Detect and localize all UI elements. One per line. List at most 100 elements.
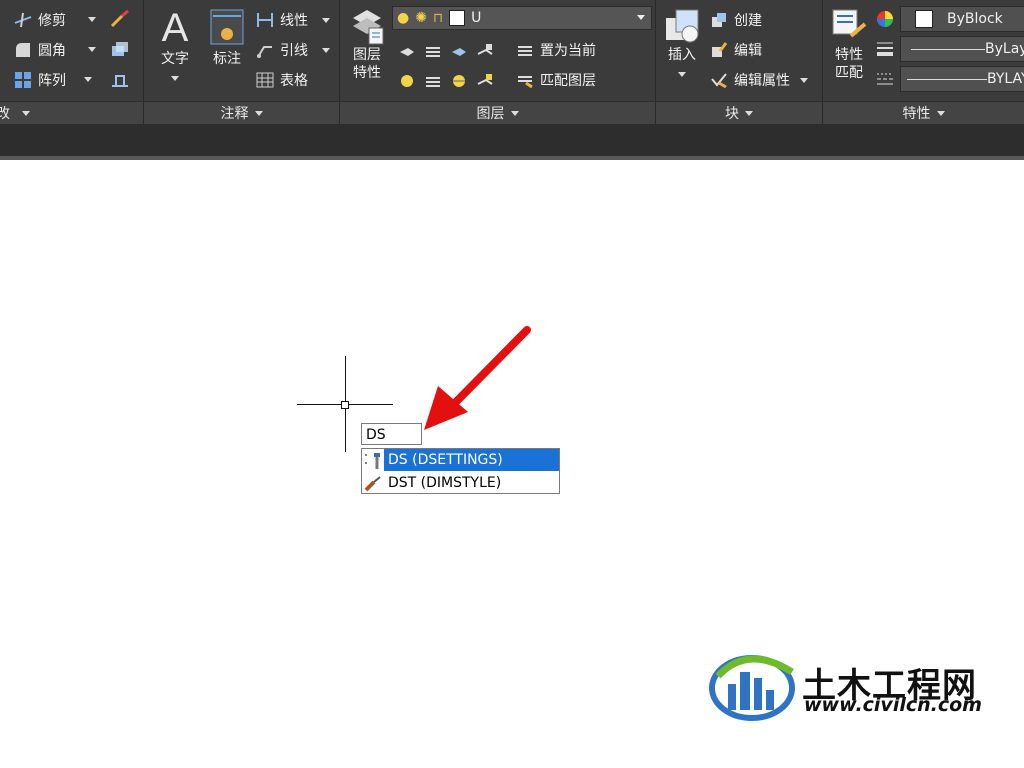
block-editor-icon	[710, 41, 728, 59]
modify-panel: 修剪 圆角 阵列 改	[0, 0, 144, 124]
command-autocomplete-list: DS (DSETTINGS) DST (DIMSTYLE)	[361, 448, 560, 494]
layer-on-icon[interactable]	[398, 72, 416, 90]
fillet-dropdown-icon[interactable]	[88, 47, 96, 52]
layer-properties-label-1: 图层	[353, 47, 381, 63]
layer-thaw-icon[interactable]	[450, 72, 468, 90]
color-dropdown[interactable]: ByBlock	[900, 6, 1024, 32]
array-dropdown-icon[interactable]	[84, 77, 92, 82]
set-current-icon	[516, 41, 534, 59]
match-properties-button[interactable]: 特性 匹配	[827, 6, 871, 82]
layer-properties-button[interactable]: 图层 特性	[346, 6, 388, 82]
lineweight-dropdown[interactable]: ByLay	[900, 36, 1024, 62]
dimension-button[interactable]: 标注	[206, 6, 248, 68]
watermark-logo: 土木工程网 www.civilcn.com	[708, 646, 1008, 726]
trim-icon	[14, 11, 32, 29]
block-panel-title: 块	[725, 106, 739, 122]
create-label: 创建	[734, 13, 762, 29]
edit-attributes-button[interactable]: 编辑属性	[710, 68, 808, 92]
stretch-icon[interactable]	[110, 70, 128, 88]
annotation-panel-footer[interactable]: 注释	[144, 101, 339, 124]
suggestion-dsettings-label: DS (DSETTINGS)	[384, 449, 559, 471]
color-wheel-icon[interactable]	[876, 10, 894, 28]
current-layer-name: U	[471, 10, 482, 26]
match-properties-icon	[829, 6, 869, 46]
layers-panel-footer[interactable]: 图层	[340, 101, 655, 124]
lightbulb-icon: ●	[397, 10, 410, 26]
unlock-icon: ⊓	[432, 10, 444, 26]
lineweight-value: ByLay	[985, 41, 1024, 57]
array-button[interactable]: 阵列	[14, 68, 66, 92]
layer-freeze-icon[interactable]	[450, 42, 468, 60]
insert-block-icon	[662, 6, 702, 46]
trim-dropdown-icon[interactable]	[88, 17, 96, 22]
layer-lock-icon[interactable]	[476, 42, 494, 60]
color-swatch	[915, 10, 933, 28]
insert-dropdown-icon	[678, 72, 686, 77]
linear-label: 线性	[280, 13, 308, 29]
fillet-icon	[14, 41, 32, 59]
linear-dropdown-icon	[322, 17, 330, 23]
set-current-layer-button[interactable]: 置为当前	[516, 38, 596, 62]
building-logo-icon	[709, 655, 795, 721]
insert-block-button[interactable]: 插入	[660, 6, 704, 82]
table-button[interactable]: 表格	[256, 68, 308, 92]
solid-edit-icon[interactable]	[110, 40, 128, 58]
linear-button[interactable]: 线性	[256, 8, 330, 32]
modify-panel-title: 改	[0, 106, 10, 122]
linetype-dropdown[interactable]: BYLAY	[900, 66, 1024, 92]
suggestion-dsettings[interactable]: DS (DSETTINGS)	[362, 449, 559, 471]
annotation-panel-title: 注释	[220, 106, 249, 122]
edit-attributes-label: 编辑属性	[734, 73, 790, 89]
drafting-settings-icon	[362, 451, 384, 469]
color-value: ByBlock	[947, 11, 1003, 27]
linear-dimension-icon	[256, 11, 274, 29]
text-a-icon: A	[161, 6, 189, 50]
linetype-icon[interactable]	[876, 70, 894, 88]
trim-label: 修剪	[38, 13, 66, 29]
layer-unlock-icon[interactable]	[476, 72, 494, 90]
layer-isolate-icon[interactable]	[424, 42, 442, 60]
layer-off-icon[interactable]	[398, 42, 416, 60]
create-block-icon	[710, 11, 728, 29]
text-label: 文字	[161, 51, 189, 67]
layers-panel: 图层 特性 ● ✺ ⊓ U 置为当前 匹配图层 图层	[340, 0, 656, 124]
set-current-label: 置为当前	[540, 43, 596, 59]
layer-unisolate-icon[interactable]	[424, 72, 442, 90]
properties-panel-expand-icon	[936, 110, 945, 116]
create-block-button[interactable]: 创建	[710, 8, 762, 32]
watermark-url: www.civilcn.com	[804, 694, 982, 716]
edit-attributes-dropdown-icon	[800, 77, 808, 83]
properties-panel-title: 特性	[902, 106, 931, 122]
brush-icon	[362, 474, 384, 492]
properties-panel-footer[interactable]: 特性	[823, 101, 1024, 124]
table-label: 表格	[280, 73, 308, 89]
layer-properties-label-2: 特性	[353, 65, 381, 81]
match-layer-button[interactable]: 匹配图层	[516, 68, 596, 92]
ribbon: 修剪 圆角 阵列 改 A 文字 标注 线性 引线 表格 注释 图层 特性 ● ✺…	[0, 0, 1024, 124]
sun-icon: ✺	[415, 10, 427, 26]
trim-button[interactable]: 修剪	[14, 8, 66, 32]
lineweight-sample-line	[911, 48, 985, 50]
fillet-button[interactable]: 圆角	[14, 38, 66, 62]
block-panel-footer[interactable]: 块	[656, 101, 822, 124]
leader-button[interactable]: 引线	[256, 38, 330, 62]
layers-panel-expand-icon	[510, 110, 519, 116]
properties-panel: 特性 匹配 ByBlock ByLay BYLAY 特性	[823, 0, 1024, 124]
brush-edit-icon[interactable]	[110, 9, 129, 28]
suggestion-dimstyle-label: DST (DIMSTYLE)	[388, 475, 502, 491]
modify-panel-expand-icon	[22, 110, 30, 116]
edit-attributes-icon	[710, 71, 728, 89]
modify-panel-footer[interactable]: 改	[0, 101, 143, 124]
block-panel: 插入 创建 编辑 编辑属性 块	[656, 0, 823, 124]
suggestion-dimstyle[interactable]: DST (DIMSTYLE)	[362, 472, 559, 494]
edit-block-button[interactable]: 编辑	[710, 38, 762, 62]
leader-dropdown-icon	[322, 47, 330, 53]
annotation-panel: A 文字 标注 线性 引线 表格 注释	[144, 0, 340, 124]
table-icon	[256, 71, 274, 89]
text-button[interactable]: A 文字	[156, 6, 194, 86]
match-properties-label-1: 特性	[835, 47, 863, 63]
lineweight-icon[interactable]	[876, 40, 894, 58]
layers-panel-title: 图层	[476, 106, 505, 122]
layer-dropdown[interactable]: ● ✺ ⊓ U	[392, 6, 652, 30]
insert-label: 插入	[668, 47, 696, 63]
